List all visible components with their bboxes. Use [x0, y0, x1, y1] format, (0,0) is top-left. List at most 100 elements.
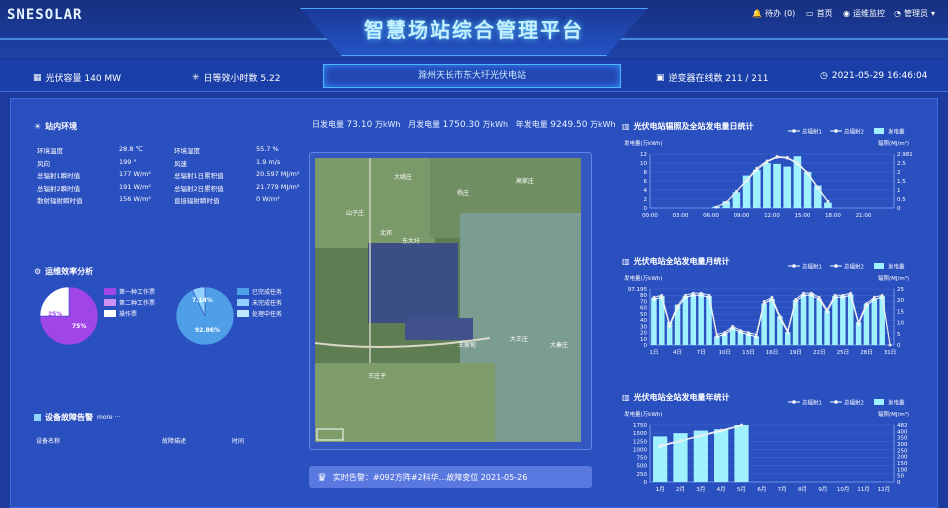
series-point[interactable] — [684, 293, 687, 297]
pie-legend-item[interactable]: 第二种工作票 — [104, 298, 155, 307]
chart-bar[interactable] — [690, 294, 697, 345]
day-generation-chart[interactable]: 总辐射1 总辐射2 发电量发电量(万kWh) 辐照(MJ/m²)02468101200… — [622, 128, 922, 222]
chart-bar[interactable] — [752, 169, 761, 208]
series-point[interactable] — [740, 423, 743, 427]
chart-bar[interactable] — [816, 298, 822, 345]
series-point[interactable] — [735, 189, 738, 193]
series-point[interactable] — [775, 154, 779, 158]
series-point[interactable] — [865, 302, 868, 305]
env-value: 55.7 % — [256, 145, 279, 153]
series-point[interactable] — [691, 291, 695, 295]
series-point[interactable] — [715, 333, 719, 337]
series-point[interactable] — [731, 324, 735, 328]
series-point[interactable] — [754, 333, 758, 337]
chart-bar[interactable] — [824, 310, 830, 345]
nav-home[interactable]: ▭ 首页 — [806, 8, 833, 19]
month-generation-chart[interactable]: 总辐射1 总辐射2 发电量发电量(万kWh) 辐照(MJ/m²)01020304050… — [622, 263, 922, 359]
chart-bar[interactable] — [783, 166, 792, 208]
series-point[interactable] — [796, 161, 799, 165]
series-point[interactable] — [699, 433, 703, 437]
series-point[interactable] — [826, 199, 830, 203]
station-selector[interactable]: 滁州天长市东大圩光伏电站 — [323, 64, 621, 88]
series-point[interactable] — [786, 329, 790, 332]
pie-label-minor: 7.14% — [192, 297, 213, 304]
series-point[interactable] — [699, 291, 703, 295]
series-point[interactable] — [849, 291, 853, 295]
series-point[interactable] — [746, 331, 750, 334]
year-generation-chart[interactable]: 总辐射1 总辐射2 发电量发电量(万kWh) 辐照(MJ/m²)02505007501… — [622, 399, 922, 496]
chart-bar[interactable] — [879, 296, 885, 345]
satellite-map[interactable]: 大姚庄 山子庄 杨庄 高家庄 北邓 东大圩 王家甸 大王庄 大秦庄 王庄子 — [310, 153, 591, 449]
x-tick-label: 31日 — [884, 349, 897, 356]
series-point[interactable] — [714, 205, 718, 209]
series-point[interactable] — [857, 320, 860, 324]
series-point[interactable] — [707, 293, 711, 297]
series-point[interactable] — [723, 331, 727, 334]
series-point[interactable] — [841, 293, 845, 297]
series-point[interactable] — [679, 439, 682, 443]
x-tick-label: 1日 — [649, 349, 658, 356]
y-tick-label: 70 — [640, 299, 647, 305]
series-point[interactable] — [825, 308, 829, 312]
fault-more-link[interactable]: more ··· — [97, 414, 120, 421]
chart-bar[interactable] — [651, 297, 657, 345]
nav-todo[interactable]: 🔔 待办 (0) — [752, 8, 795, 19]
pie-legend-item[interactable]: 处理中任务 — [237, 309, 282, 318]
series-point[interactable] — [762, 300, 766, 303]
series-point[interactable] — [745, 178, 748, 182]
series-point[interactable] — [816, 185, 820, 189]
series-point[interactable] — [794, 297, 798, 301]
series-point[interactable] — [806, 171, 809, 175]
chart-bar[interactable] — [763, 163, 771, 208]
pie-legend-item[interactable]: 已完成任务 — [237, 287, 282, 296]
y2-tick-label: 20 — [897, 298, 904, 304]
series-point[interactable] — [802, 291, 805, 295]
series-point[interactable] — [719, 428, 723, 432]
x-tick-label: 1月 — [656, 486, 665, 493]
pie-legend-item[interactable]: 操作票 — [104, 309, 137, 318]
series-point[interactable] — [770, 295, 774, 299]
chart-bar[interactable] — [871, 298, 878, 345]
nav-user-menu[interactable]: ◔ 管理员 ▾ — [894, 8, 935, 19]
pie-legend-item[interactable]: 未完成任务 — [237, 298, 282, 307]
series-point[interactable] — [833, 293, 837, 297]
pie-legend-item[interactable]: 第一种工作票 — [104, 287, 155, 296]
map-field-s — [315, 363, 495, 442]
chart-bar[interactable] — [653, 436, 668, 482]
brand-logo[interactable]: SNESOLAR — [7, 7, 82, 23]
chart-bar[interactable] — [769, 298, 775, 345]
series-point[interactable] — [785, 155, 789, 159]
series-point[interactable] — [880, 293, 884, 297]
task-pie-chart[interactable]: 92.86% 7.14% — [174, 285, 236, 347]
series-point[interactable] — [739, 329, 742, 332]
nav-ops-monitor[interactable]: ◉ 运维监控 — [843, 8, 885, 19]
series-point[interactable] — [724, 200, 728, 204]
ticket-pie-chart[interactable]: 75% 25% — [38, 285, 100, 347]
series-point[interactable] — [778, 314, 782, 318]
realtime-alarm-ticker[interactable]: ♛ 实时告警：#092方阵#2科华...故障变位 2021-05-26 — [309, 466, 592, 488]
series-point[interactable] — [888, 343, 892, 347]
chart-bar[interactable] — [800, 294, 807, 345]
series-point[interactable] — [660, 293, 664, 297]
chart-bar[interactable] — [832, 296, 838, 345]
chart-bar[interactable] — [824, 202, 832, 208]
chart-bar[interactable] — [808, 293, 815, 345]
series-point[interactable] — [755, 166, 759, 170]
series-point[interactable] — [872, 295, 876, 299]
chart-bar[interactable] — [714, 429, 729, 482]
chart-bar[interactable] — [734, 425, 749, 482]
series-point[interactable] — [668, 322, 672, 326]
chart-bar[interactable] — [682, 296, 689, 345]
series-point[interactable] — [658, 443, 662, 447]
chart-bar[interactable] — [698, 293, 704, 345]
series-point[interactable] — [676, 304, 679, 307]
series-point[interactable] — [817, 295, 821, 299]
chart-bar[interactable] — [773, 163, 781, 208]
chart-bar[interactable] — [693, 430, 708, 482]
y-tick-label: 40 — [640, 318, 647, 324]
series-point[interactable] — [765, 159, 769, 163]
chart-bar[interactable] — [784, 332, 791, 345]
series-point[interactable] — [652, 295, 656, 299]
chart-bar[interactable] — [840, 295, 846, 345]
series-point[interactable] — [809, 291, 813, 295]
